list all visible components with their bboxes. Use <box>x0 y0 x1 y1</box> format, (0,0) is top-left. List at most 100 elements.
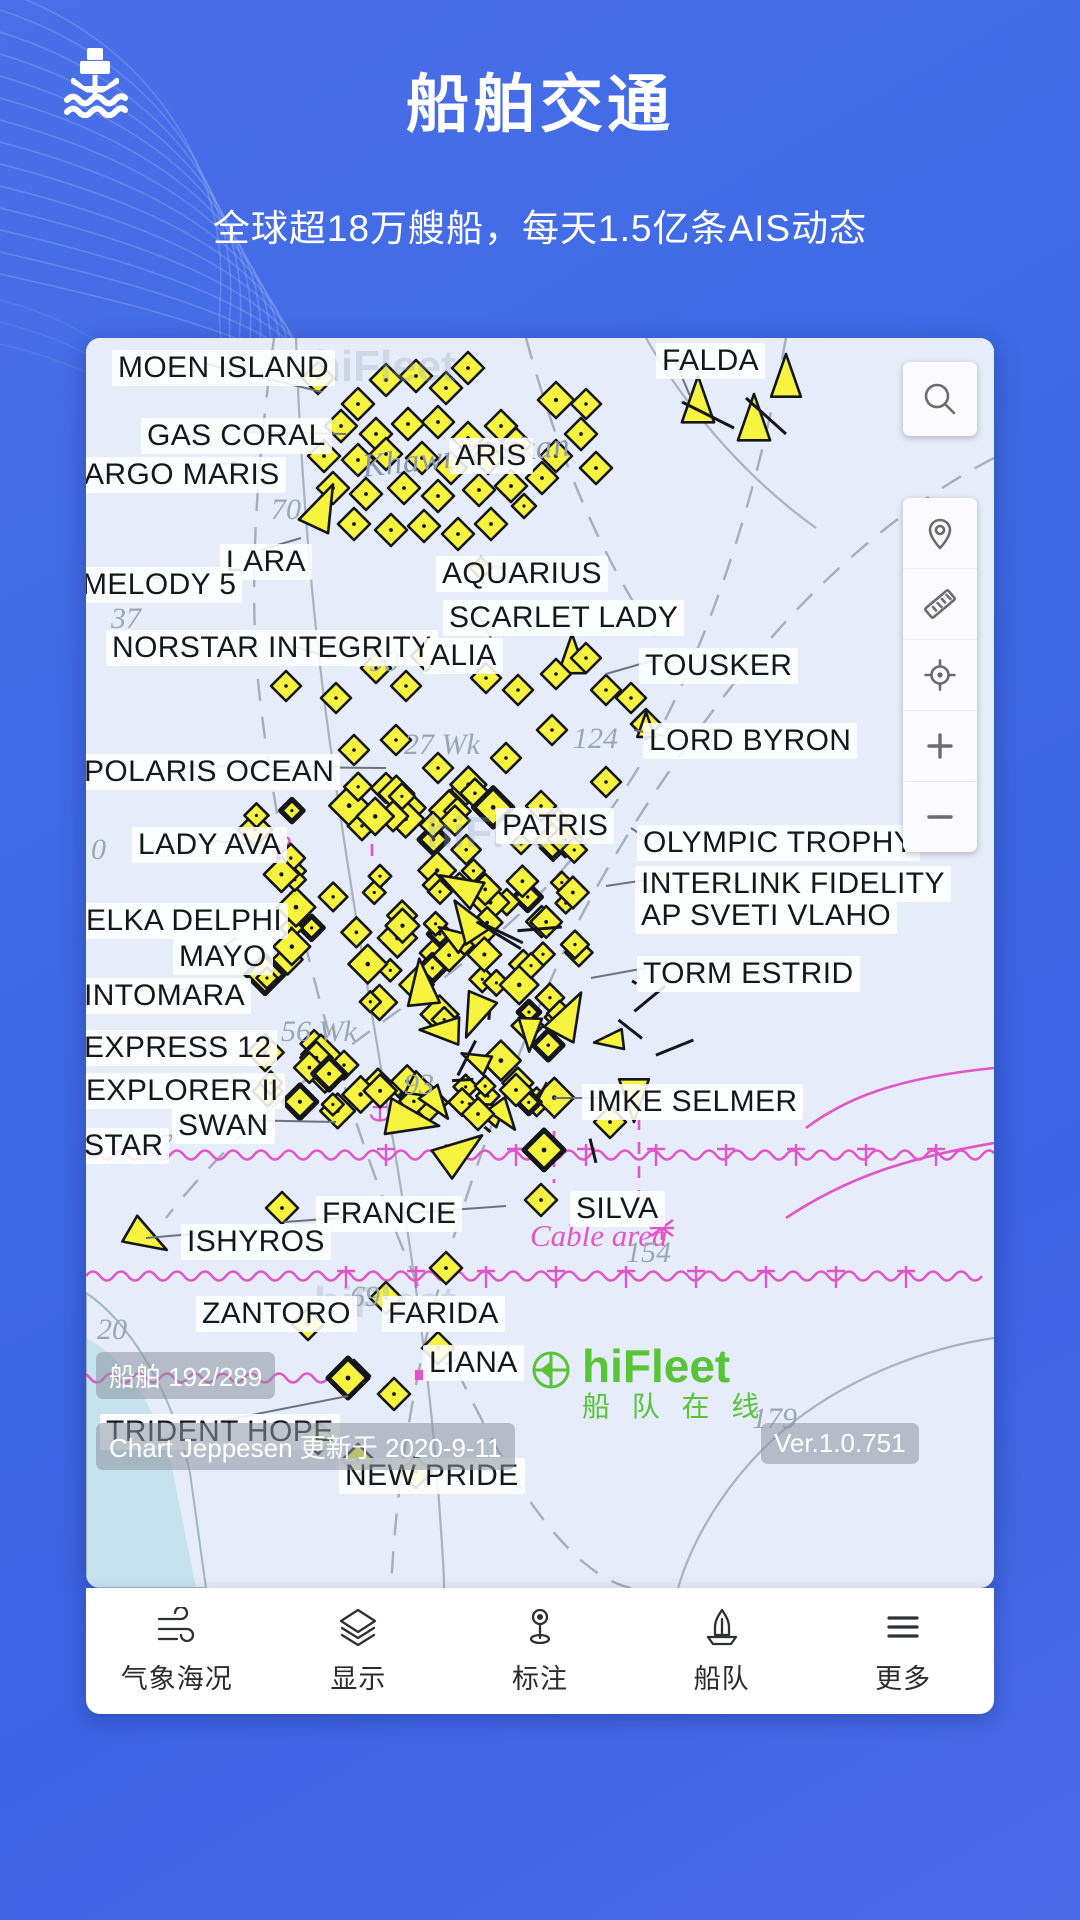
ais-vessel-dot <box>494 981 498 985</box>
nav-item-display[interactable]: 显示 <box>268 1606 450 1696</box>
zoom-out-button[interactable] <box>903 782 977 852</box>
vessel-name-label[interactable]: GAS CORAL <box>141 418 332 454</box>
ais-vessel-dot <box>364 492 368 496</box>
ais-vessel-dot <box>372 814 378 819</box>
vessel-name-label[interactable]: IMKE SELMER <box>582 1084 804 1120</box>
crosshair-icon <box>924 659 956 691</box>
nav-label-fleet: 船队 <box>693 1664 750 1694</box>
vessel-name-label[interactable]: LIANA <box>423 1345 524 1381</box>
ais-vessel-dot <box>392 1392 396 1396</box>
ais-vessel-dot <box>477 488 481 492</box>
bottom-navigation-bar[interactable]: 气象海况 显示 标注 船队 更多 <box>86 1588 994 1714</box>
vessel-name-label[interactable]: FRANCIE <box>316 1196 463 1232</box>
page-subtitle: 全球超18万艘船，每天1.5亿条AIS动态 <box>212 208 868 249</box>
ais-vessel-dot <box>520 879 525 884</box>
ais-vessel-dot <box>483 1084 487 1088</box>
ais-vessel-dot <box>400 794 404 798</box>
ais-vessel-dot <box>444 1266 448 1270</box>
search-button[interactable] <box>903 362 977 436</box>
vessel-name-label[interactable]: ZANTORO <box>196 1296 357 1332</box>
ais-vessel-dot <box>402 486 406 490</box>
ais-vessel-dot <box>309 926 314 930</box>
ais-vessel-dot <box>430 966 435 970</box>
vessel-name-label[interactable]: TOUSKER <box>639 648 799 684</box>
vessel-name-label[interactable]: NORSTAR INTEGRITY <box>106 630 438 666</box>
ais-vessel-dot <box>498 1058 504 1063</box>
vessel-name-label[interactable]: ALIA <box>424 638 503 674</box>
ais-vessel-dot <box>509 484 513 488</box>
vessel-name-label[interactable]: ARGO MARIS <box>86 457 286 493</box>
ais-vessel-dot <box>579 432 583 436</box>
ais-vessel-dot <box>360 824 364 828</box>
ais-vessel-dot <box>307 1065 312 1070</box>
ais-vessel-dot <box>514 1088 518 1092</box>
vessel-name-label[interactable]: STAR <box>86 1128 170 1164</box>
vessel-name-label[interactable]: TORM ESTRID <box>637 956 860 992</box>
depth-sounding: 0 <box>91 833 106 866</box>
zoom-in-button[interactable] <box>903 711 977 782</box>
ais-vessel-dot <box>550 728 554 732</box>
nav-item-more[interactable]: 更多 <box>812 1606 994 1696</box>
vessel-name-label[interactable]: OLYMPIC TROPHY <box>637 825 921 861</box>
ais-vessel-dot <box>516 982 522 988</box>
vessel-name-label[interactable]: PATRIS <box>496 808 615 844</box>
nav-item-annotation[interactable]: 标注 <box>449 1606 631 1696</box>
nav-label-weather: 气象海况 <box>120 1664 233 1694</box>
vessel-name-label[interactable]: LADY AVA <box>132 827 288 863</box>
ais-vessel-dot <box>356 785 360 789</box>
chart-source-badge: Chart Jeppesen 更新于 2020-9-11 <box>96 1423 515 1470</box>
ais-vessel-dot <box>544 920 549 924</box>
location-pin-icon <box>928 518 952 550</box>
ais-vessel-dot <box>290 808 294 813</box>
vessel-name-label[interactable]: FALDA <box>656 343 766 379</box>
vessel-name-label[interactable]: EXPRESS 12 <box>86 1030 278 1066</box>
ais-vessel-dot <box>254 813 259 818</box>
location-pin-button[interactable] <box>903 498 977 569</box>
center-position-button[interactable] <box>903 640 977 711</box>
vessel-name-label[interactable]: ARIS <box>449 438 533 474</box>
app-version-badge: Ver.1.0.751 <box>761 1423 919 1464</box>
watermark-title: hiFleet <box>582 1340 731 1392</box>
ais-vessel-dot <box>456 532 460 536</box>
vessel-name-label[interactable]: EXPLORER II <box>86 1073 285 1109</box>
ais-vessel-dot <box>342 1063 346 1067</box>
ais-vessel-dot <box>540 476 544 480</box>
vessel-name-label[interactable]: FARIDA <box>382 1296 505 1332</box>
wind-wave-icon <box>155 1606 199 1648</box>
map-tools-panel[interactable] <box>903 498 977 852</box>
vessel-name-label[interactable]: INTERLINK FIDELITY <box>635 866 951 902</box>
ais-vessel-dot <box>594 466 598 470</box>
ais-vessel-dot <box>553 397 559 403</box>
vessel-name-label[interactable]: AP SVETI VLAHO <box>635 898 898 934</box>
ais-vessel-dot <box>358 1092 363 1097</box>
depth-sounding: 70 <box>271 493 301 526</box>
nav-item-fleet[interactable]: 船队 <box>631 1606 813 1696</box>
vessel-name-label[interactable]: MELODY 5 <box>86 567 243 603</box>
zoom-out-icon <box>927 815 953 819</box>
vessel-name-label[interactable]: SILVA <box>570 1191 665 1227</box>
ais-vessel-dot <box>554 672 558 676</box>
fleet-ship-icon <box>700 1606 744 1648</box>
vessel-name-label[interactable]: ELKA DELPHI <box>86 903 289 939</box>
ais-vessel-dot <box>584 402 588 406</box>
vessel-name-label[interactable]: AQUARIUS <box>436 556 608 592</box>
vessel-name-label[interactable]: POLARIS OCEAN <box>86 754 341 790</box>
depth-sounding: 124 <box>573 722 618 755</box>
vessel-name-label[interactable]: ISHYROS <box>181 1224 331 1260</box>
ais-vessel-dot <box>460 1100 464 1104</box>
vessel-name-label[interactable]: LORD BYRON <box>643 723 858 759</box>
ais-vessel-dot <box>289 944 295 949</box>
ais-vessel-dot <box>522 504 526 508</box>
ais-vessel-dot <box>484 676 488 680</box>
nautical-map[interactable]: hiFleet hiFleet hiFleet Khawr Fakkan Cab… <box>86 338 994 1588</box>
vessel-name-label[interactable]: SCARLET LADY <box>443 600 685 636</box>
vessel-name-label[interactable]: MOEN ISLAND <box>112 350 336 386</box>
nav-item-weather[interactable]: 气象海况 <box>86 1606 268 1696</box>
vessel-name-label[interactable]: INTOMARA <box>86 978 251 1014</box>
measure-distance-button[interactable] <box>903 569 977 640</box>
vessel-name-label[interactable]: MAYO <box>173 939 273 975</box>
vessel-name-label[interactable]: SWAN <box>172 1108 275 1144</box>
ais-vessel-dot <box>378 874 382 878</box>
ais-vessel-dot <box>480 977 484 981</box>
ais-vessel-dot <box>539 1198 543 1202</box>
